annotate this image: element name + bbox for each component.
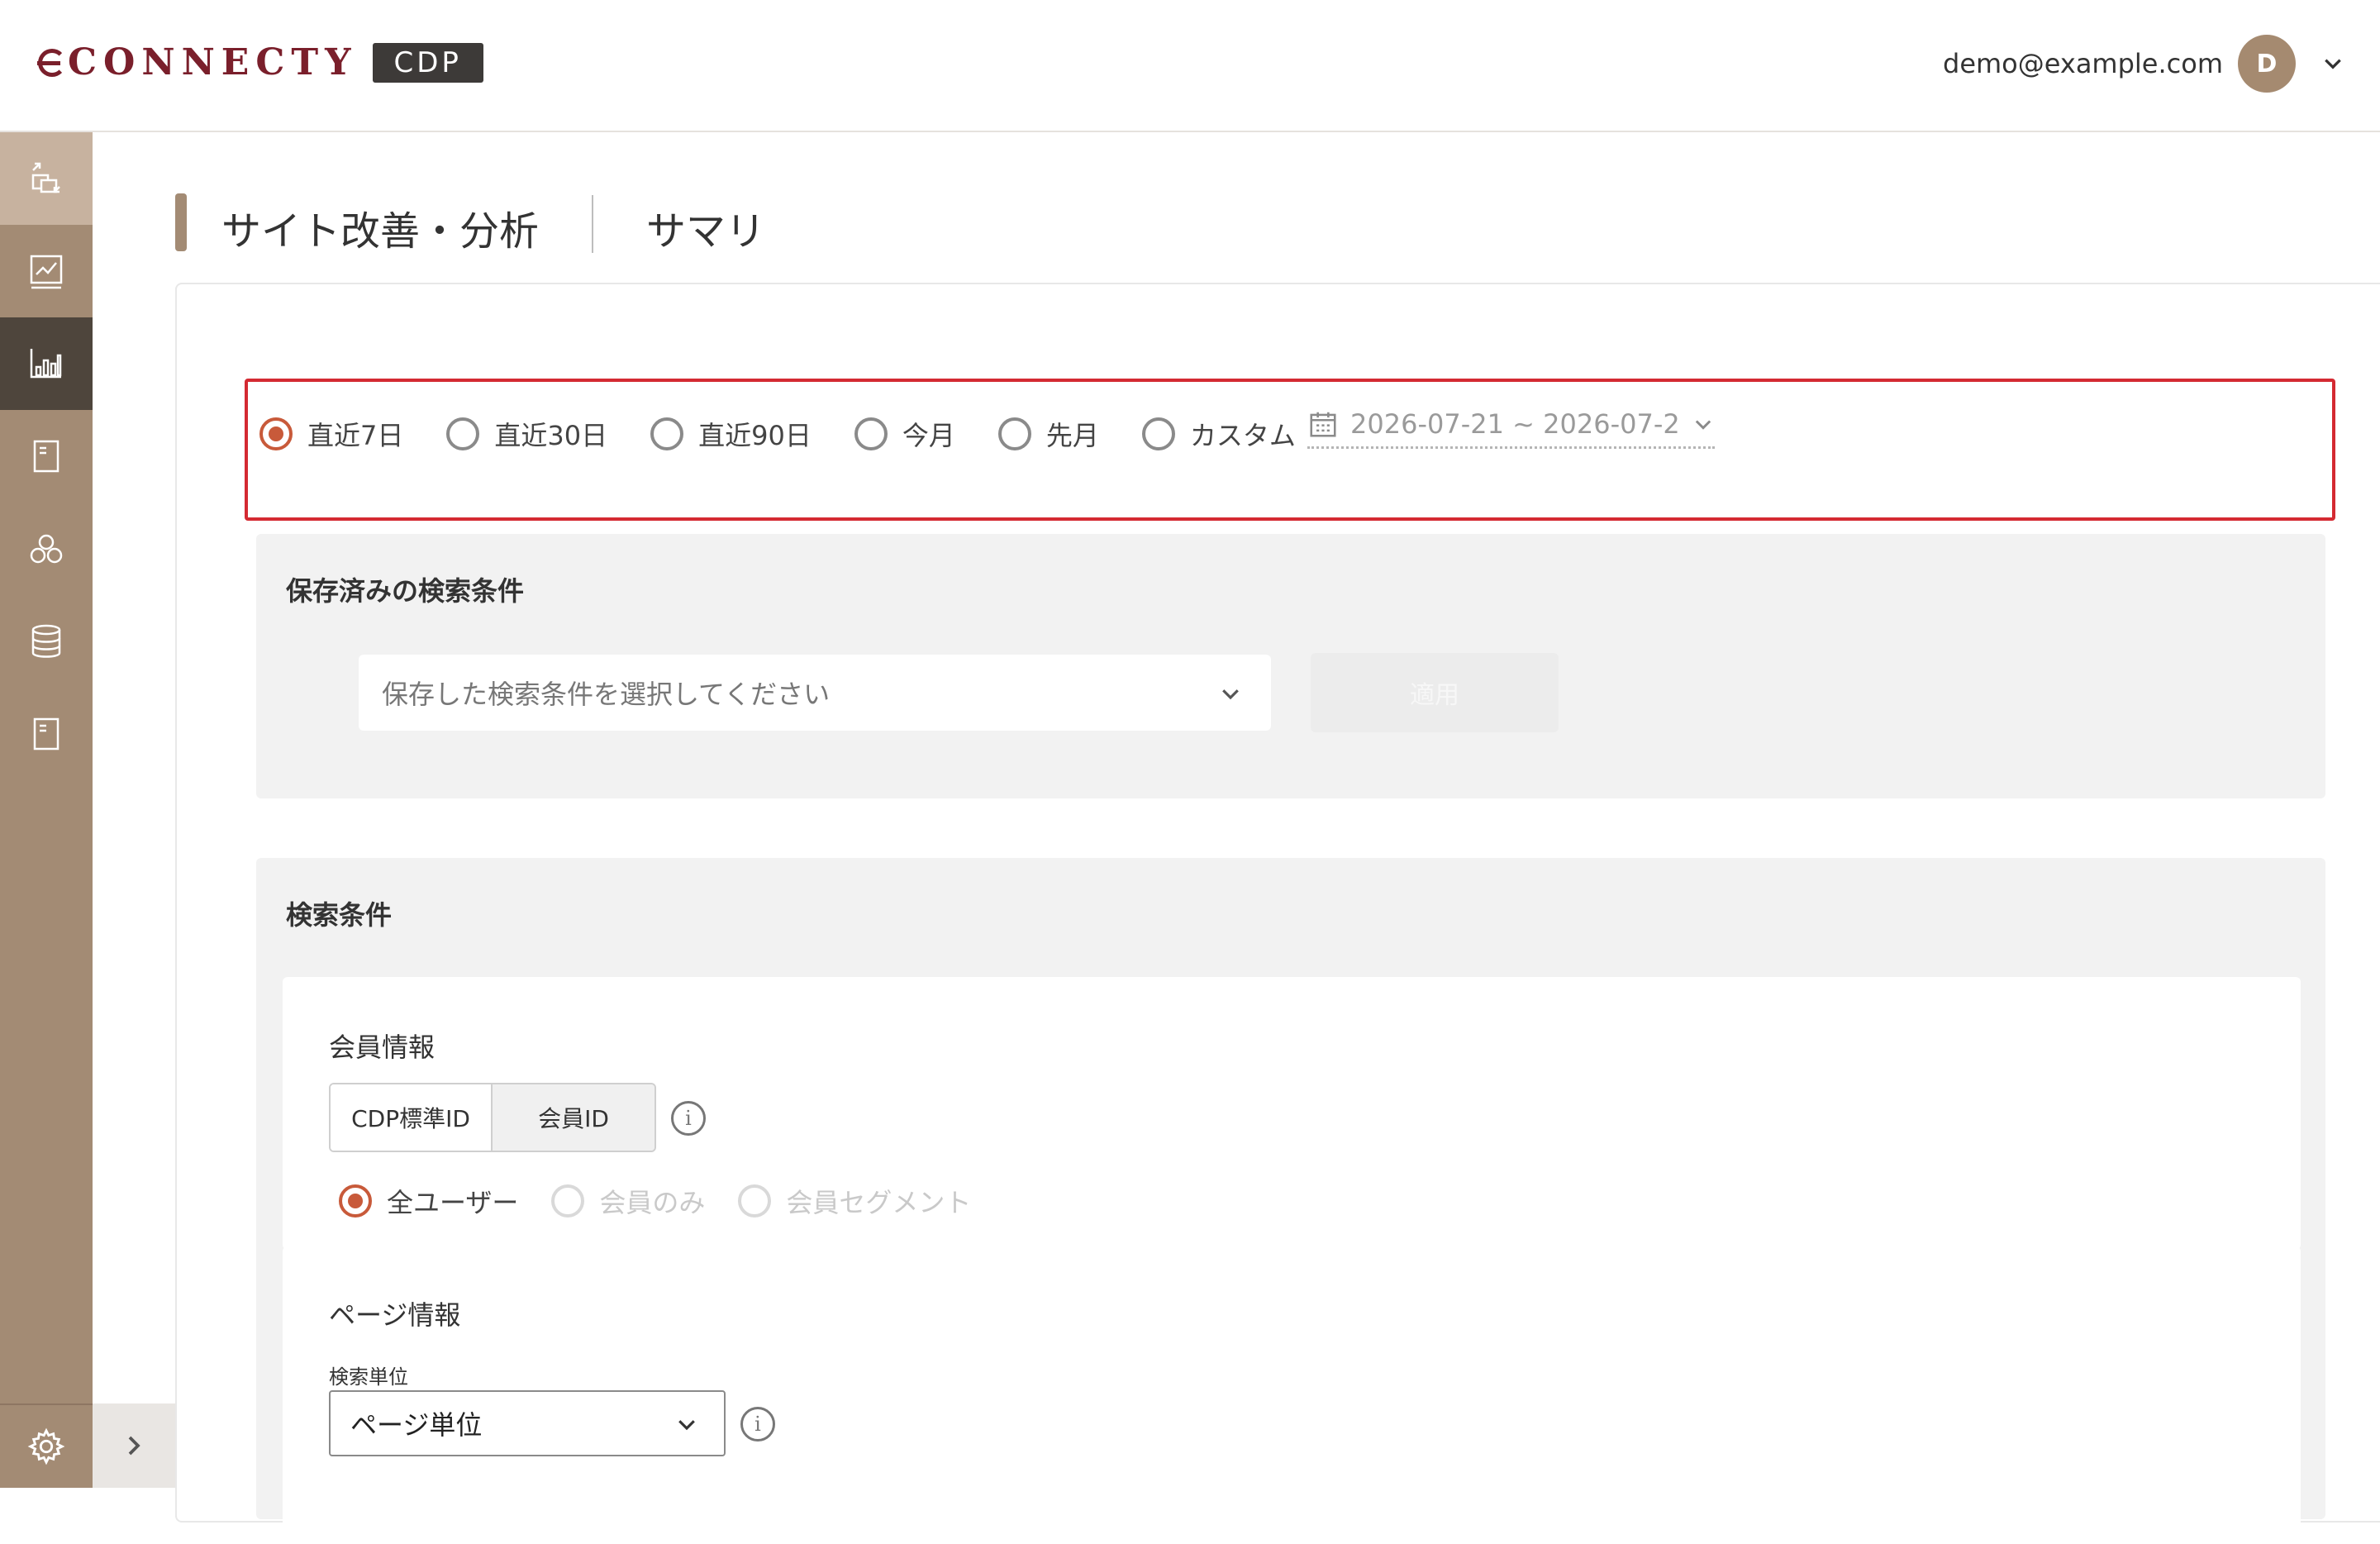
sidebar-item-segments[interactable]	[0, 503, 93, 595]
user-email: demo@example.com	[1943, 48, 2223, 79]
sidebar	[0, 132, 93, 1488]
period-label: 今月	[902, 420, 955, 451]
page-info-title: ページ情報	[329, 1299, 461, 1331]
chevron-right-icon	[128, 1436, 140, 1456]
avatar[interactable]: D	[2238, 35, 2296, 93]
logo-badge: CDP	[372, 42, 483, 83]
period-option-last-month[interactable]: 先月	[997, 415, 1099, 453]
user-option-label: 会員セグメント	[786, 1187, 972, 1218]
sidebar-item-analysis[interactable]	[0, 317, 93, 410]
period-label: 直近90日	[698, 420, 812, 451]
radio-button	[738, 1184, 772, 1218]
date-range-value: 2026-07-21 ~ 2026-07-2	[1350, 408, 1680, 440]
saved-conditions-placeholder: 保存した検索条件を選択してください	[382, 679, 831, 710]
sidebar-item-data-transfer[interactable]	[0, 132, 93, 225]
user-option-member-segment: 会員セグメント	[738, 1182, 971, 1220]
search-unit-value: ページ単位	[350, 1409, 483, 1441]
search-conditions-title: 検索条件	[286, 899, 393, 931]
gear-icon	[27, 1427, 65, 1465]
toggle-cdp-id[interactable]: CDP標準ID	[331, 1084, 493, 1151]
toggle-member-id[interactable]: 会員ID	[493, 1084, 654, 1151]
radio-button[interactable]	[650, 417, 684, 450]
period-label: 直近30日	[494, 420, 608, 451]
user-option-label: 全ユーザー	[387, 1187, 519, 1218]
radio-button[interactable]	[446, 417, 480, 450]
id-type-toggle: CDP標準ID 会員ID	[329, 1083, 656, 1152]
period-radio-group: 直近7日 直近30日 直近90日 今月 先月 カスタム	[259, 415, 1296, 453]
info-icon[interactable]: i	[671, 1101, 706, 1136]
sidebar-item-document[interactable]	[0, 410, 93, 503]
search-unit-select[interactable]: ページ単位	[329, 1390, 726, 1456]
radio-button	[551, 1184, 585, 1218]
user-menu[interactable]: demo@example.com D	[1943, 35, 2344, 93]
line-chart-icon	[30, 255, 63, 289]
radio-button[interactable]	[854, 417, 888, 450]
period-label: カスタム	[1189, 420, 1296, 451]
database-icon	[31, 624, 61, 658]
info-icon[interactable]: i	[740, 1407, 775, 1442]
chevron-down-icon	[1695, 420, 1711, 430]
chevron-down-icon	[1222, 689, 1239, 700]
date-range-picker[interactable]: 2026-07-21 ~ 2026-07-2	[1307, 408, 1715, 449]
data-transfer-icon	[31, 162, 60, 193]
sidebar-item-database[interactable]	[0, 595, 93, 688]
period-option-custom[interactable]: カスタム	[1141, 415, 1296, 453]
user-option-label: 会員のみ	[599, 1187, 706, 1218]
radio-button[interactable]	[339, 1184, 372, 1218]
period-option-30days[interactable]: 直近30日	[446, 415, 607, 453]
bar-chart-icon	[30, 349, 62, 379]
member-info-title: 会員情報	[329, 1032, 436, 1063]
page-title: サイト改善・分析	[221, 208, 540, 255]
app-header: CONNECTY CDP demo@example.com D	[0, 0, 2380, 132]
radio-button[interactable]	[1141, 417, 1175, 450]
user-type-radio-group: 全ユーザー 会員のみ 会員セグメント	[339, 1182, 1004, 1220]
page-subtitle: サマリ	[646, 208, 766, 255]
calendar-icon	[1310, 412, 1336, 437]
period-label: 直近7日	[307, 420, 404, 451]
sidebar-settings[interactable]	[0, 1403, 93, 1488]
period-label: 先月	[1045, 420, 1099, 451]
document-icon	[33, 440, 60, 473]
period-option-90days[interactable]: 直近90日	[650, 415, 812, 453]
user-option-all[interactable]: 全ユーザー	[339, 1182, 518, 1220]
apply-saved-button[interactable]: 適用	[1311, 653, 1559, 732]
title-divider	[592, 195, 593, 253]
radio-button[interactable]	[259, 417, 293, 450]
saved-conditions-select[interactable]: 保存した検索条件を選択してください	[359, 655, 1271, 731]
radio-button[interactable]	[997, 417, 1031, 450]
saved-conditions-title: 保存済みの検索条件	[286, 575, 525, 607]
search-unit-label: 検索単位	[329, 1365, 408, 1389]
logo-text: CONNECTY	[68, 41, 358, 83]
user-option-members-only: 会員のみ	[551, 1182, 705, 1220]
period-option-7days[interactable]: 直近7日	[259, 415, 403, 453]
logo[interactable]: CONNECTY CDP	[37, 41, 483, 83]
sidebar-expand-button[interactable]	[93, 1403, 175, 1488]
period-option-this-month[interactable]: 今月	[854, 415, 955, 453]
logo-mark-icon	[37, 48, 66, 77]
segments-icon	[30, 534, 63, 564]
chevron-down-icon	[678, 1420, 695, 1431]
document-icon	[33, 717, 60, 751]
sidebar-item-line-chart[interactable]	[0, 225, 93, 317]
title-accent-bar	[175, 193, 187, 251]
chevron-down-icon[interactable]	[2322, 53, 2344, 74]
sidebar-item-report[interactable]	[0, 688, 93, 780]
